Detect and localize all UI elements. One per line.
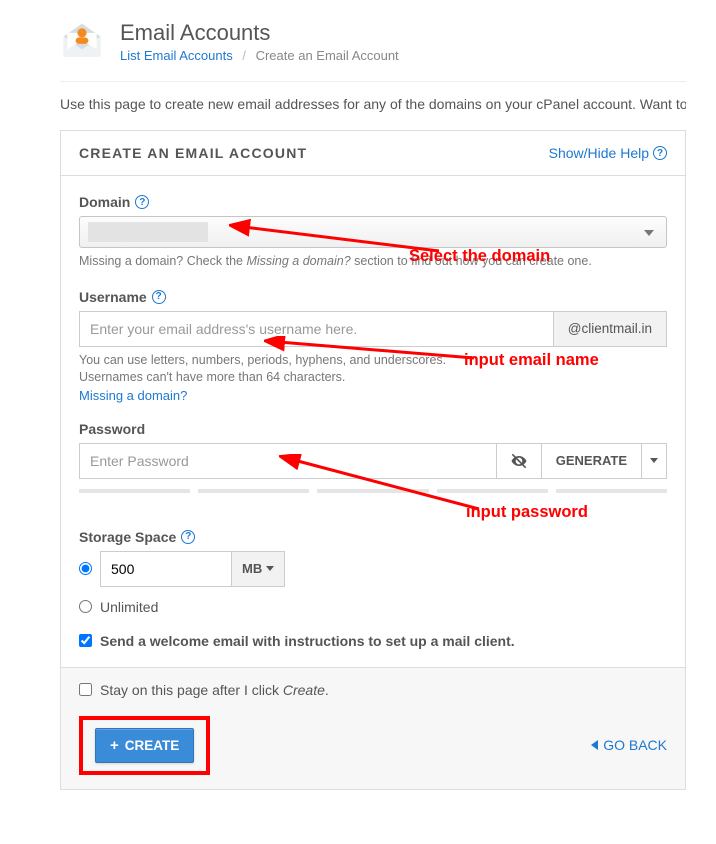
generate-password-options[interactable] xyxy=(642,443,667,479)
eye-off-icon xyxy=(509,451,529,471)
password-visibility-toggle[interactable] xyxy=(497,443,542,479)
create-button[interactable]: + CREATE xyxy=(95,728,194,763)
stay-on-page-checkbox[interactable] xyxy=(79,683,92,696)
chevron-down-icon xyxy=(650,458,658,463)
breadcrumb-list-link[interactable]: List Email Accounts xyxy=(120,48,233,63)
go-back-link[interactable]: GO BACK xyxy=(591,737,667,753)
password-input[interactable] xyxy=(79,443,497,479)
intro-text: Use this page to create new email addres… xyxy=(60,96,686,112)
help-icon: ? xyxy=(653,146,667,160)
welcome-email-label: Send a welcome email with instructions t… xyxy=(100,633,515,649)
panel-title: CREATE AN EMAIL ACCOUNT xyxy=(79,145,307,161)
unlimited-label: Unlimited xyxy=(100,599,158,615)
storage-label: Storage Space xyxy=(79,529,176,545)
generate-password-button[interactable]: GENERATE xyxy=(542,443,642,479)
page-header: Email Accounts List Email Accounts / Cre… xyxy=(60,20,686,82)
create-email-panel: CREATE AN EMAIL ACCOUNT Show/Hide Help ?… xyxy=(60,130,686,790)
annotation-input-password: input password xyxy=(466,503,588,522)
password-strength-meter xyxy=(79,489,667,493)
plus-icon: + xyxy=(110,737,119,754)
help-icon[interactable]: ? xyxy=(152,290,166,304)
domain-hint: Missing a domain? Check the Missing a do… xyxy=(79,253,667,271)
email-envelope-icon xyxy=(60,20,104,67)
storage-value-input[interactable] xyxy=(101,552,231,586)
stay-on-page-label: Stay on this page after I click Create. xyxy=(100,682,329,698)
breadcrumb-current: Create an Email Account xyxy=(256,48,399,63)
page-title: Email Accounts xyxy=(120,20,399,46)
help-icon[interactable]: ? xyxy=(181,530,195,544)
domain-label: Domain xyxy=(79,194,130,210)
chevron-down-icon xyxy=(266,566,274,571)
username-hint: You can use letters, numbers, periods, h… xyxy=(79,352,667,387)
storage-unlimited-radio[interactable] xyxy=(79,600,92,613)
storage-unit-select[interactable]: MB xyxy=(231,552,284,586)
username-label: Username xyxy=(79,289,147,305)
username-input[interactable] xyxy=(79,311,554,347)
annotation-create-highlight: + CREATE xyxy=(79,716,210,775)
missing-domain-link[interactable]: Missing a domain? xyxy=(79,388,187,403)
show-hide-help-link[interactable]: Show/Hide Help ? xyxy=(549,145,667,161)
arrow-left-icon xyxy=(591,740,598,750)
help-icon[interactable]: ? xyxy=(135,195,149,209)
password-label: Password xyxy=(79,421,145,437)
domain-select[interactable] xyxy=(79,216,667,248)
username-domain-addon: @clientmail.in xyxy=(554,311,667,347)
welcome-email-checkbox[interactable] xyxy=(79,634,92,647)
breadcrumb: List Email Accounts / Create an Email Ac… xyxy=(120,48,399,63)
storage-limited-radio[interactable] xyxy=(79,562,92,575)
